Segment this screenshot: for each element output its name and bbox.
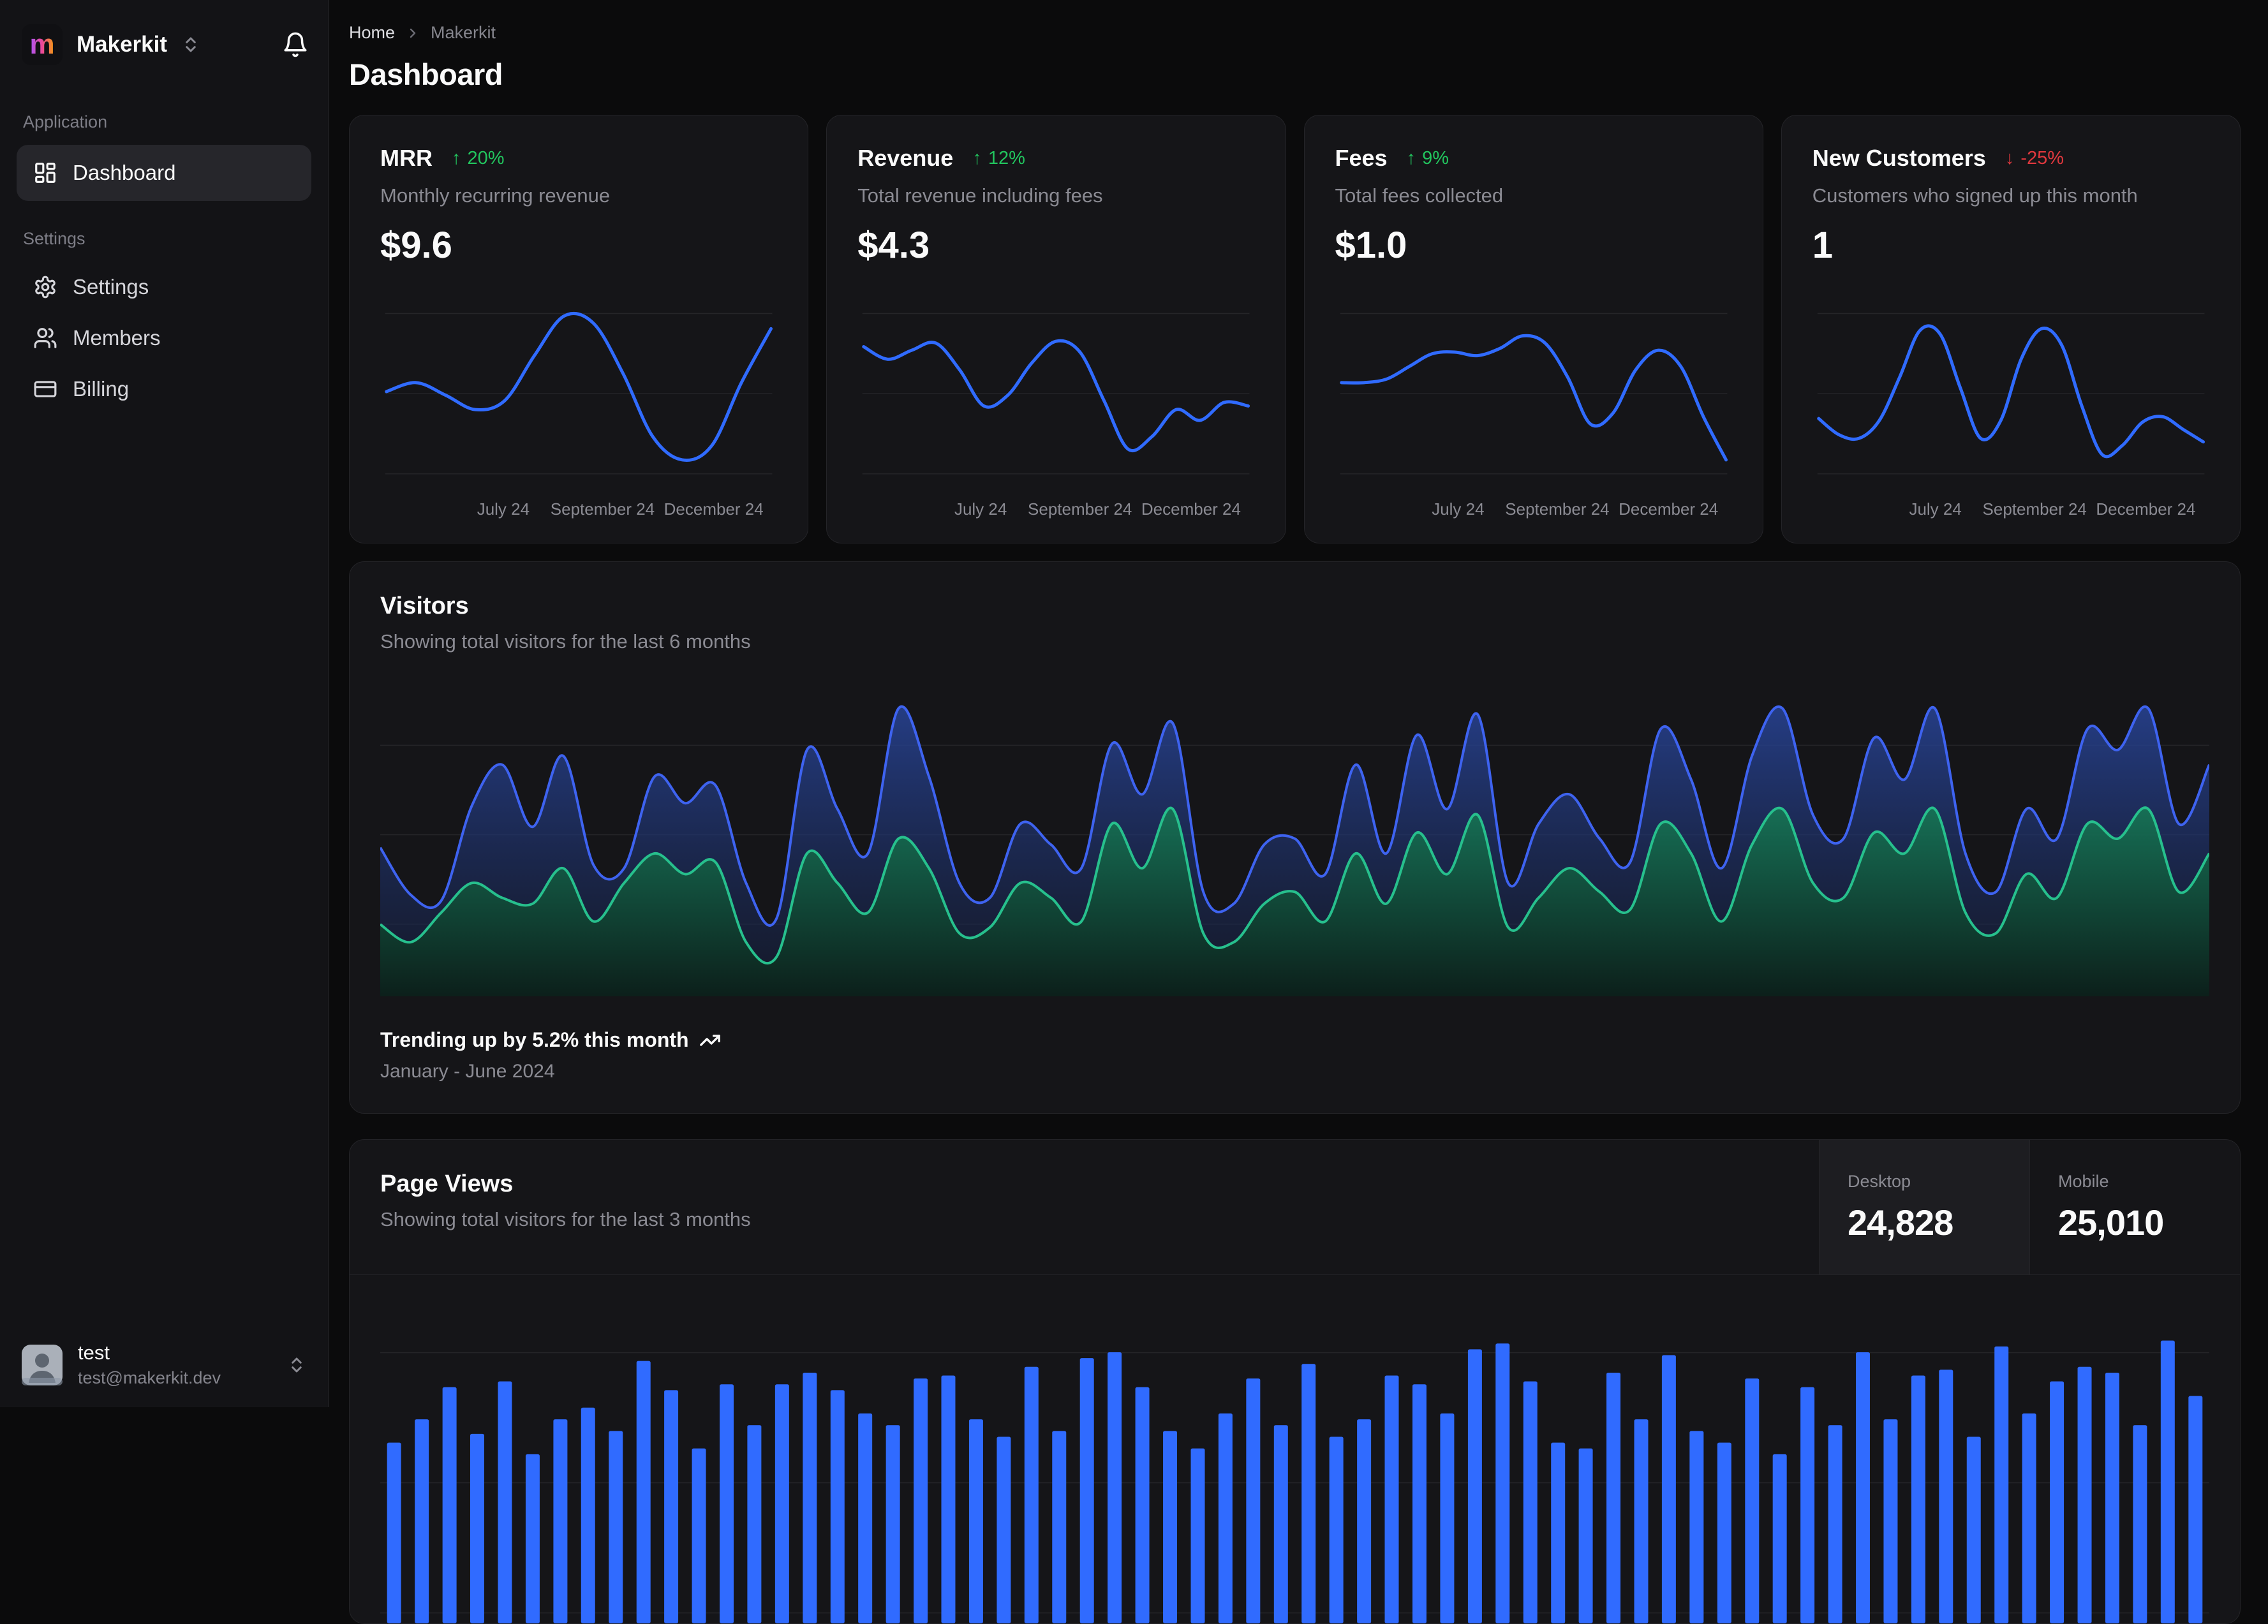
bell-icon: [282, 31, 309, 58]
fees-sparkline-chart: [1335, 284, 1732, 492]
sidebar-item-label: Settings: [73, 275, 149, 299]
x-tick: December 24: [1141, 499, 1241, 519]
visitors-footer: Trending up by 5.2% this month January -…: [380, 1028, 2209, 1082]
chevron-up-down-icon: [287, 1355, 306, 1375]
trend-badge: ↑9%: [1407, 148, 1449, 169]
spark-x-axis: July 24 September 24 December 24: [1335, 492, 1732, 521]
trending-up-icon: [699, 1030, 721, 1051]
stat-cards-row: MRR ↑20% Monthly recurring revenue $9.6 …: [349, 115, 2241, 543]
notifications-button[interactable]: [282, 31, 309, 58]
svg-text:m: m: [29, 29, 54, 60]
stat-card-mrr: MRR ↑20% Monthly recurring revenue $9.6 …: [349, 115, 808, 543]
tab-mobile[interactable]: Mobile 25,010: [2029, 1140, 2240, 1274]
mrr-sparkline-chart: [380, 284, 777, 492]
chevron-up-down-icon: [181, 35, 200, 54]
revenue-sparkline-chart: [857, 284, 1254, 492]
tab-value: 25,010: [2058, 1202, 2212, 1243]
arrow-up-icon: ↑: [972, 148, 982, 169]
x-tick: July 24: [477, 499, 530, 519]
stat-value: $9.6: [380, 224, 777, 267]
arrow-down-icon: ↓: [2005, 148, 2015, 169]
new-customers-sparkline-chart: [1812, 284, 2209, 492]
visitors-subtitle: Showing total visitors for the last 6 mo…: [380, 630, 2209, 653]
page-title: Dashboard: [349, 57, 2241, 92]
chevron-right-icon: [405, 26, 420, 41]
user-email: test@makerkit.dev: [78, 1368, 221, 1388]
trend-badge: ↑20%: [452, 148, 505, 169]
page-views-title: Page Views: [380, 1170, 1788, 1198]
sidebar-nav: Application Dashboard Settings Settings …: [0, 84, 328, 415]
x-tick: September 24: [551, 499, 655, 519]
users-icon: [33, 326, 57, 350]
stat-title: MRR: [380, 145, 433, 172]
sidebar-item-label: Billing: [73, 377, 129, 401]
stat-card-fees: Fees ↑9% Total fees collected $1.0 July …: [1304, 115, 1763, 543]
main-content: Home Makerkit Dashboard MRR ↑20% Monthly…: [329, 0, 2268, 1407]
gear-icon: [33, 275, 57, 299]
trend-badge: ↑12%: [972, 148, 1025, 169]
credit-card-icon: [33, 377, 57, 401]
visitors-trend-text: Trending up by 5.2% this month: [380, 1028, 689, 1052]
nav-section-application: Application: [23, 112, 305, 132]
sidebar-item-members[interactable]: Members: [17, 313, 311, 364]
spark-x-axis: July 24 September 24 December 24: [1812, 492, 2209, 521]
x-tick: July 24: [1432, 499, 1484, 519]
stat-value: 1: [1812, 224, 2209, 267]
user-name: test: [78, 1341, 221, 1364]
stat-subtitle: Total revenue including fees: [857, 184, 1254, 207]
x-tick: December 24: [1619, 499, 1718, 519]
stat-subtitle: Total fees collected: [1335, 184, 1732, 207]
page-views-subtitle: Showing total visitors for the last 3 mo…: [380, 1208, 1788, 1231]
arrow-up-icon: ↑: [1407, 148, 1416, 169]
breadcrumb-home-link[interactable]: Home: [349, 23, 395, 43]
sidebar-item-dashboard[interactable]: Dashboard: [17, 145, 311, 201]
dashboard-grid-icon: [33, 161, 57, 185]
stat-title: New Customers: [1812, 145, 1986, 172]
nav-section-settings: Settings: [23, 229, 305, 249]
x-tick: July 24: [954, 499, 1007, 519]
page-views-header: Page Views Showing total visitors for th…: [350, 1140, 2240, 1275]
sidebar-item-settings[interactable]: Settings: [17, 262, 311, 313]
x-tick: July 24: [1909, 499, 1961, 519]
user-menu[interactable]: test test@makerkit.dev: [0, 1322, 328, 1407]
sidebar-item-label: Members: [73, 326, 161, 350]
sidebar-item-billing[interactable]: Billing: [17, 364, 311, 415]
x-tick: September 24: [1983, 499, 2087, 519]
stat-title: Fees: [1335, 145, 1388, 172]
tab-label: Mobile: [2058, 1172, 2212, 1192]
x-tick: December 24: [2096, 499, 2195, 519]
arrow-up-icon: ↑: [452, 148, 461, 169]
stat-card-new-customers: New Customers ↓-25% Customers who signed…: [1781, 115, 2241, 543]
makerkit-logo-icon: m: [22, 24, 63, 65]
visitors-title: Visitors: [380, 593, 2209, 620]
stat-title: Revenue: [857, 145, 953, 172]
page-views-bar-chart: [380, 1301, 2209, 1623]
x-tick: December 24: [664, 499, 764, 519]
user-avatar: [22, 1345, 63, 1385]
visitors-date-range: January - June 2024: [380, 1061, 2209, 1082]
tab-desktop[interactable]: Desktop 24,828: [1819, 1140, 2029, 1274]
stat-value: $1.0: [1335, 224, 1732, 267]
breadcrumb-current: Makerkit: [431, 23, 496, 43]
stat-card-revenue: Revenue ↑12% Total revenue including fee…: [826, 115, 1286, 543]
visitors-area-chart: [380, 680, 2209, 996]
tab-label: Desktop: [1848, 1172, 2001, 1192]
visitors-card: Visitors Showing total visitors for the …: [349, 561, 2241, 1114]
workspace-selector[interactable]: m Makerkit: [0, 0, 328, 84]
sidebar: m Makerkit Application Dashboard Setting…: [0, 0, 329, 1407]
stat-subtitle: Monthly recurring revenue: [380, 184, 777, 207]
sidebar-item-label: Dashboard: [73, 161, 175, 185]
page-views-card: Page Views Showing total visitors for th…: [349, 1139, 2241, 1624]
breadcrumb: Home Makerkit: [349, 23, 2241, 43]
stat-subtitle: Customers who signed up this month: [1812, 184, 2209, 207]
x-tick: September 24: [1028, 499, 1132, 519]
tab-value: 24,828: [1848, 1202, 2001, 1243]
stat-value: $4.3: [857, 224, 1254, 267]
trend-badge: ↓-25%: [2005, 148, 2064, 169]
workspace-name: Makerkit: [77, 32, 167, 57]
spark-x-axis: July 24 September 24 December 24: [380, 492, 777, 521]
x-tick: September 24: [1505, 499, 1609, 519]
spark-x-axis: July 24 September 24 December 24: [857, 492, 1254, 521]
